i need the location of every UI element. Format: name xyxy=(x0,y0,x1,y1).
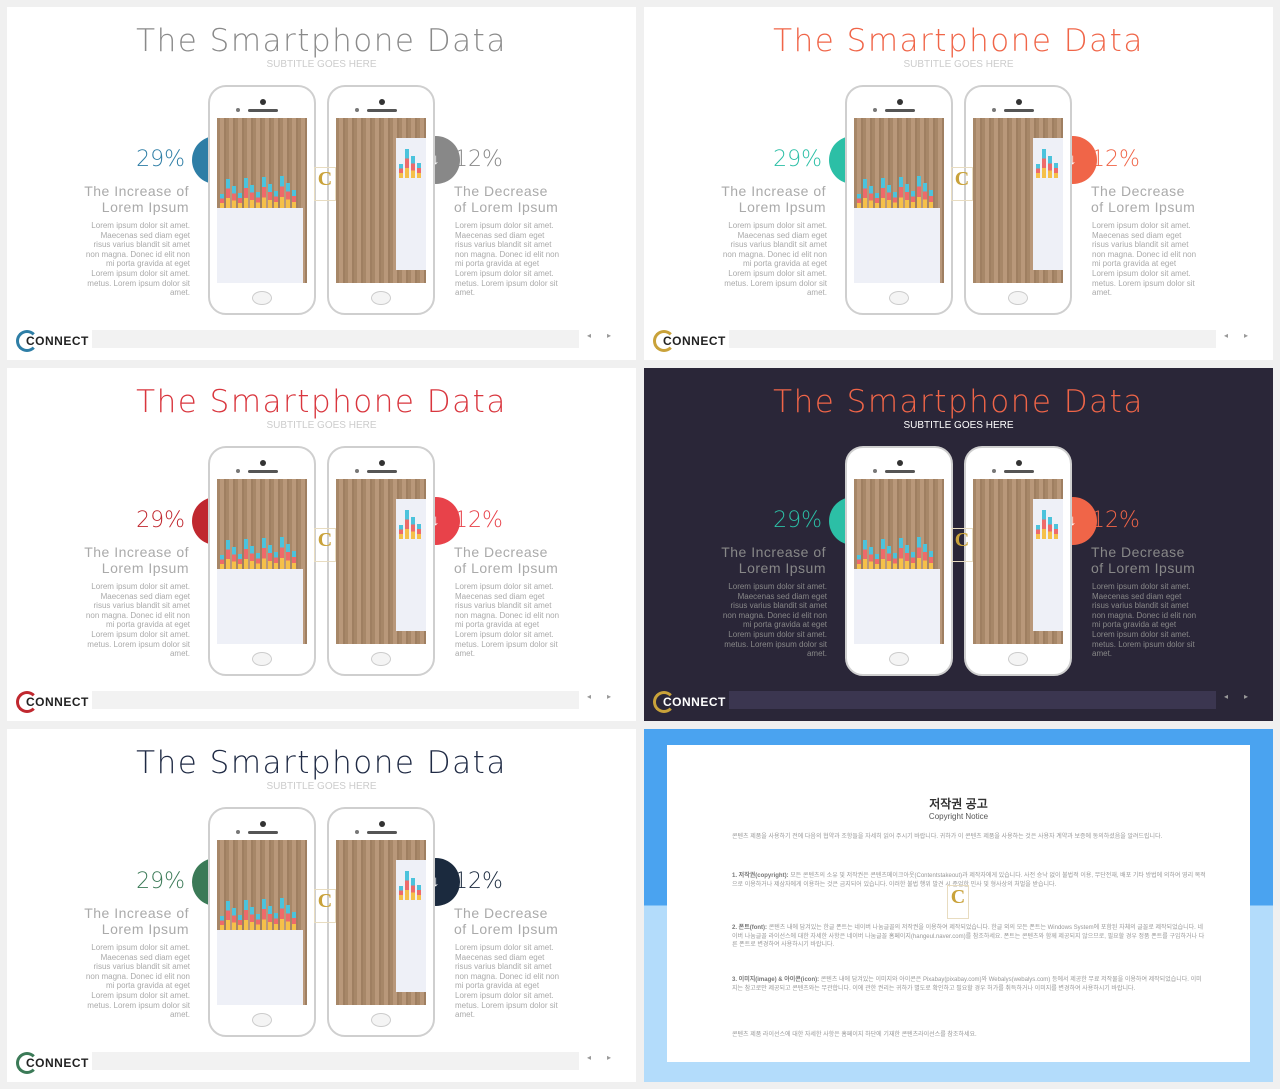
progress-bar[interactable] xyxy=(92,330,579,348)
decrease-heading: The Decrease of Lorem Ipsum xyxy=(454,544,559,576)
notice-title: 저작권 공고 xyxy=(929,797,988,811)
decrease-percent: 12% xyxy=(454,869,503,894)
decrease-heading: The Decrease of Lorem Ipsum xyxy=(454,183,559,215)
logo-text: CONNECT xyxy=(26,1056,89,1070)
slide-thumbnail-3[interactable]: The Smartphone Data SUBTITLE GOES HERE ↑… xyxy=(7,368,636,721)
logo-text: CONNECT xyxy=(663,695,726,709)
increase-heading: The Increase of Lorem Ipsum xyxy=(84,544,189,576)
decrease-heading: The Decrease of Lorem Ipsum xyxy=(1091,183,1196,215)
watermark-logo: C xyxy=(951,528,973,562)
slide-title: The Smartphone Data xyxy=(773,384,1144,420)
increase-body: Lorem ipsum dolor sit amet. Maecenas sed… xyxy=(85,221,190,298)
increase-percent: 29% xyxy=(136,869,185,894)
phone-left xyxy=(845,446,953,676)
prev-button[interactable]: ◂ xyxy=(1224,331,1228,340)
increase-percent: 29% xyxy=(773,508,822,533)
progress-bar[interactable] xyxy=(729,691,1216,709)
watermark-logo: C xyxy=(314,528,336,562)
logo-text: CONNECT xyxy=(26,695,89,709)
slide-thumbnail-4[interactable]: The Smartphone Data SUBTITLE GOES HERE ↑… xyxy=(644,368,1273,721)
connect-logo: CONNECT xyxy=(16,1051,89,1075)
slide-subtitle: SUBTITLE GOES HERE xyxy=(903,420,1014,431)
notice-item: 1. 저작권(copyright): 모든 콘텐츠의 소유 및 저작권은 콘텐츠… xyxy=(732,873,1206,888)
phone-left xyxy=(845,85,953,315)
connect-logo: CONNECT xyxy=(653,329,726,353)
connect-logo: CONNECT xyxy=(16,329,89,353)
increase-heading: The Increase of Lorem Ipsum xyxy=(721,544,826,576)
slide-subtitle: SUBTITLE GOES HERE xyxy=(266,781,377,792)
decrease-percent: 12% xyxy=(1091,147,1140,172)
progress-bar[interactable] xyxy=(729,330,1216,348)
next-button[interactable]: ▸ xyxy=(1244,692,1248,701)
slide-subtitle: SUBTITLE GOES HERE xyxy=(266,420,377,431)
increase-heading: The Increase of Lorem Ipsum xyxy=(84,905,189,937)
slide-subtitle: SUBTITLE GOES HERE xyxy=(266,59,377,70)
connect-logo: CONNECT xyxy=(653,690,726,714)
notice-item: 3. 이미지(image) & 아이콘(icon): 콘텐츠 내에 담겨있는 이… xyxy=(732,977,1202,992)
decrease-percent: 12% xyxy=(1091,508,1140,533)
next-button[interactable]: ▸ xyxy=(607,1053,611,1062)
increase-percent: 29% xyxy=(136,508,185,533)
logo-text: CONNECT xyxy=(26,334,89,348)
slide-thumbnail-5[interactable]: The Smartphone Data SUBTITLE GOES HERE ↑… xyxy=(7,729,636,1082)
increase-heading: The Increase of Lorem Ipsum xyxy=(721,183,826,215)
decrease-percent: 12% xyxy=(454,508,503,533)
phone-left xyxy=(208,807,316,1037)
next-button[interactable]: ▸ xyxy=(607,692,611,701)
progress-bar[interactable] xyxy=(92,1052,579,1070)
prev-button[interactable]: ◂ xyxy=(587,331,591,340)
slide-title: The Smartphone Data xyxy=(136,745,507,781)
increase-body: Lorem ipsum dolor sit amet. Maecenas sed… xyxy=(722,582,827,659)
copyright-card: 저작권 공고 Copyright Notice 콘텐츠 제품을 사용하기 전에 … xyxy=(667,745,1250,1062)
increase-body: Lorem ipsum dolor sit amet. Maecenas sed… xyxy=(85,582,190,659)
connect-logo: CONNECT xyxy=(16,690,89,714)
increase-body: Lorem ipsum dolor sit amet. Maecenas sed… xyxy=(722,221,827,298)
watermark-logo: C xyxy=(314,167,336,201)
phone-right xyxy=(327,446,435,676)
increase-body: Lorem ipsum dolor sit amet. Maecenas sed… xyxy=(85,943,190,1020)
next-button[interactable]: ▸ xyxy=(1244,331,1248,340)
slide-thumbnail-1[interactable]: The Smartphone Data SUBTITLE GOES HERE ↑… xyxy=(7,7,636,360)
slide-title: The Smartphone Data xyxy=(136,23,507,59)
prev-button[interactable]: ◂ xyxy=(1224,692,1228,701)
phone-right xyxy=(964,85,1072,315)
logo-text: CONNECT xyxy=(663,334,726,348)
phone-right xyxy=(964,446,1072,676)
slide-subtitle: SUBTITLE GOES HERE xyxy=(903,59,1014,70)
increase-percent: 29% xyxy=(773,147,822,172)
decrease-body: Lorem ipsum dolor sit amet. Maecenas sed… xyxy=(455,943,560,1020)
decrease-body: Lorem ipsum dolor sit amet. Maecenas sed… xyxy=(1092,582,1197,659)
notice-outro: 콘텐츠 제품 라이선스에 대한 자세한 사항은 홈페이지 하단에 기재한 콘텐츠… xyxy=(732,1032,977,1038)
slide-title: The Smartphone Data xyxy=(773,23,1144,59)
notice-intro: 콘텐츠 제품을 사용하기 전에 다음의 협약과 조항들을 자세히 읽어 주시기 … xyxy=(732,834,1163,840)
progress-bar[interactable] xyxy=(92,691,579,709)
next-button[interactable]: ▸ xyxy=(607,331,611,340)
prev-button[interactable]: ◂ xyxy=(587,692,591,701)
phone-right xyxy=(327,807,435,1037)
slide-title: The Smartphone Data xyxy=(136,384,507,420)
notice-subtitle: Copyright Notice xyxy=(928,812,989,821)
prev-button[interactable]: ◂ xyxy=(587,1053,591,1062)
phone-right xyxy=(327,85,435,315)
decrease-heading: The Decrease of Lorem Ipsum xyxy=(1091,544,1196,576)
notice-item: 2. 폰트(font): 콘텐츠 내에 담겨있는 한글 폰트는 네이버 나눔글꼴… xyxy=(732,925,1205,949)
decrease-heading: The Decrease of Lorem Ipsum xyxy=(454,905,559,937)
phone-left xyxy=(208,85,316,315)
watermark-logo: C xyxy=(314,889,336,923)
slide-thumbnail-2[interactable]: The Smartphone Data SUBTITLE GOES HERE ↑… xyxy=(644,7,1273,360)
decrease-body: Lorem ipsum dolor sit amet. Maecenas sed… xyxy=(1092,221,1197,298)
watermark-logo: C xyxy=(951,167,973,201)
phone-left xyxy=(208,446,316,676)
watermark-logo: C xyxy=(947,885,969,919)
decrease-percent: 12% xyxy=(454,147,503,172)
increase-heading: The Increase of Lorem Ipsum xyxy=(84,183,189,215)
increase-percent: 29% xyxy=(136,147,185,172)
slide-thumbnail-6[interactable]: 저작권 공고 Copyright Notice 콘텐츠 제품을 사용하기 전에 … xyxy=(644,729,1273,1082)
decrease-body: Lorem ipsum dolor sit amet. Maecenas sed… xyxy=(455,221,560,298)
decrease-body: Lorem ipsum dolor sit amet. Maecenas sed… xyxy=(455,582,560,659)
